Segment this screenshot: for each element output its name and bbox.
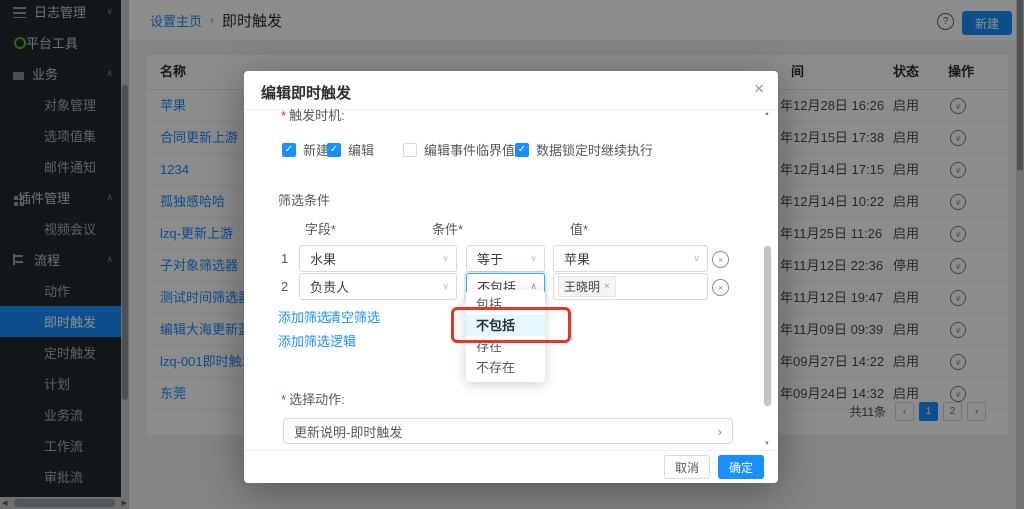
checkbox-label: 新建 [303,140,329,159]
condition-select-row1[interactable]: 等于 ∨ [466,245,545,272]
close-icon[interactable]: × [754,79,764,99]
remove-filter-row2-icon[interactable]: × [712,279,729,296]
select-action-label: *选择动作: [281,389,345,408]
checkbox-edit[interactable]: ✓ 编辑 [327,140,374,159]
scroll-down-icon[interactable]: ▼ [764,441,770,447]
checkbox-checked-icon[interactable]: ✓ [282,143,296,157]
column-label-value: 值* [570,219,588,238]
chevron-down-icon: ∨ [693,253,700,264]
value-select-row1[interactable]: 苹果 ∨ [553,245,708,272]
trigger-time-label: *触发时机: [281,105,345,124]
checkbox-checked-icon[interactable]: ✓ [327,143,341,157]
edit-instant-trigger-modal: 编辑即时触发 × *触发时机: ✓ 新建 ✓ 编辑 编辑事件临界值 ✓ 数据锁定… [244,71,778,483]
required-mark: * [281,392,286,407]
checkbox-label: 编辑 [348,140,374,159]
scroll-up-icon[interactable]: ▲ [764,111,770,117]
confirm-button[interactable]: 确定 [718,455,764,479]
action-picker-field[interactable]: 更新说明-即时触发 › [283,418,733,444]
required-mark: * [281,108,286,123]
checkbox-label: 数据锁定时继续执行 [536,140,653,159]
checkbox-label: 编辑事件临界值 [424,140,515,159]
checkbox-new[interactable]: ✓ 新建 [282,140,329,159]
select-value: 负责人 [310,277,349,296]
field-select-row2[interactable]: 负责人 ∨ [299,273,457,300]
dropdown-option-not-exists[interactable]: 不存在 [466,357,545,378]
tag-close-icon[interactable]: × [604,281,610,292]
scrollbar-thumb[interactable] [764,246,771,406]
checkbox-checked-icon[interactable]: ✓ [515,143,529,157]
add-filter-logic-link[interactable]: 添加筛选逻辑 [278,331,356,350]
column-label-condition: 条件* [432,219,463,238]
modal-footer: 取消 确定 [244,450,778,484]
cancel-button[interactable]: 取消 [664,455,710,479]
value-tag: 王晓明 × [558,276,616,297]
app-root: 日志管理 ∨ 平台工具 业务 ∧ 对象管理 选项值集 邮件通知 [0,0,1024,509]
select-value: 苹果 [564,249,590,268]
red-annotation-box [451,307,571,343]
chevron-right-icon: › [718,424,722,439]
select-value: 水果 [310,249,336,268]
chevron-down-icon: ∨ [442,281,449,292]
clear-filter-link[interactable]: 清空筛选 [328,307,380,326]
checkbox-edit-event-threshold[interactable]: 编辑事件临界值 [403,140,515,159]
filter-row-number: 1 [281,251,288,266]
action-value: 更新说明-即时触发 [294,422,402,441]
chevron-down-icon: ∨ [530,253,537,264]
field-select-row1[interactable]: 水果 ∨ [299,245,457,272]
value-input-row2[interactable]: 王晓明 × [553,273,708,300]
modal-title: 编辑即时触发 [261,82,351,103]
column-label-field: 字段* [305,219,336,238]
remove-filter-row1-icon[interactable]: × [712,251,729,268]
modal-body-scrollbar[interactable]: ▲ ▼ [763,111,772,447]
checkbox-unchecked-icon[interactable] [403,143,417,157]
chevron-down-icon: ∨ [442,253,449,264]
select-value: 等于 [477,249,503,268]
filter-row-number: 2 [281,279,288,294]
checkbox-continue-on-lock[interactable]: ✓ 数据锁定时继续执行 [515,140,653,159]
filter-section-title: 筛选条件 [278,190,330,209]
add-filter-link[interactable]: 添加筛选 [278,307,330,326]
